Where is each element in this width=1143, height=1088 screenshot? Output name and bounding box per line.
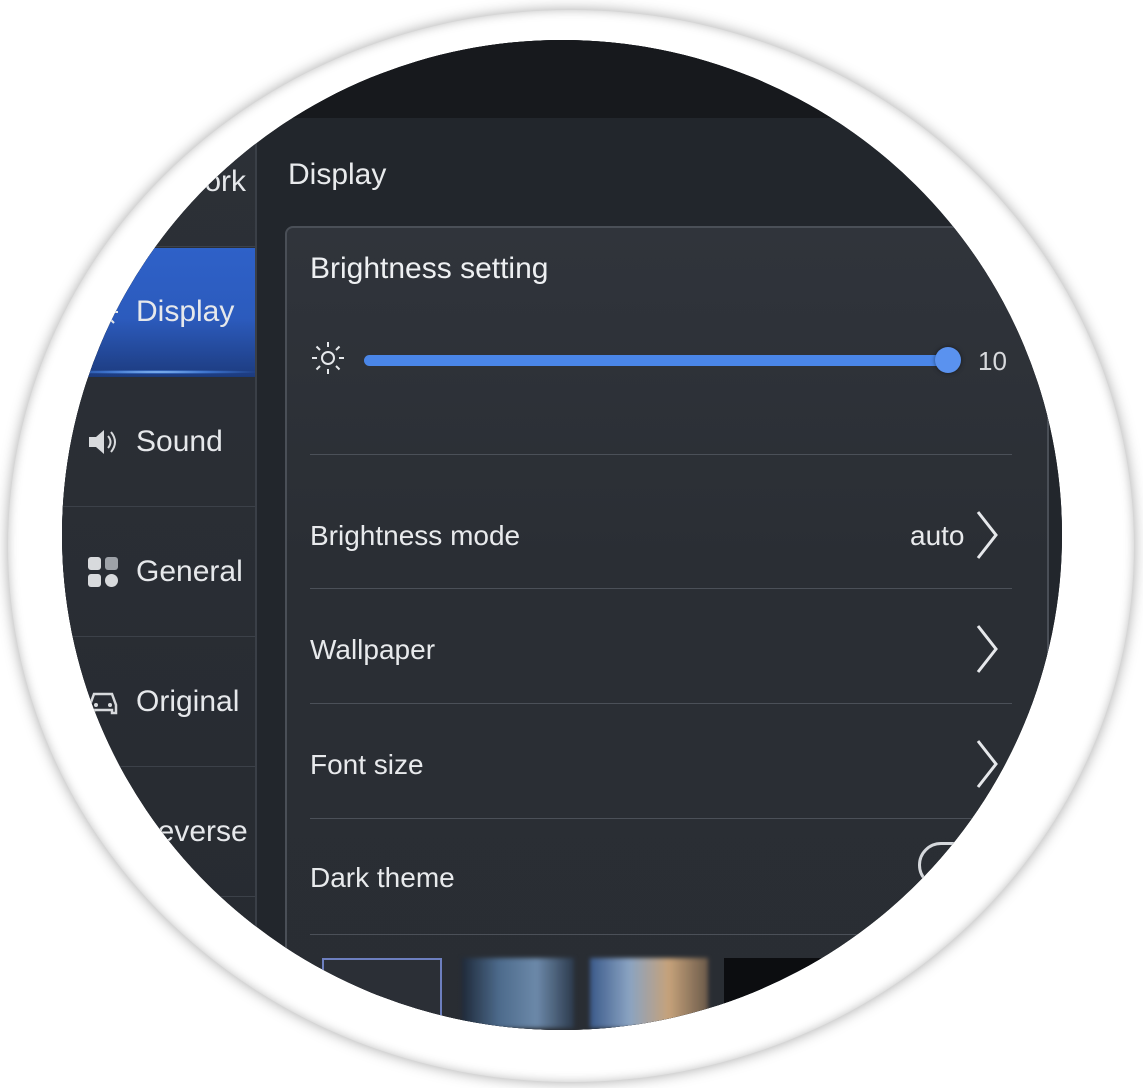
settings-screen: Network Display Sound General Original R… bbox=[62, 40, 1062, 1030]
magnifier-lens: Network Display Sound General Original R… bbox=[62, 40, 1062, 1030]
wallpaper-thumbnail[interactable] bbox=[462, 958, 574, 1028]
page-title: Display bbox=[288, 158, 387, 191]
sidebar-item-network[interactable]: Network bbox=[62, 118, 255, 247]
wallpaper-thumbnail[interactable] bbox=[724, 958, 844, 1028]
sidebar-item-reverse[interactable]: Reverse bbox=[62, 768, 255, 897]
divider bbox=[310, 454, 1012, 455]
brightness-mode-value[interactable]: auto bbox=[910, 520, 965, 552]
sidebar-item-display[interactable]: Display bbox=[62, 248, 255, 377]
divider bbox=[310, 588, 1012, 589]
top-bar bbox=[62, 40, 1062, 118]
sidebar-item-general[interactable]: General bbox=[62, 508, 255, 637]
brightness-icon bbox=[86, 295, 120, 329]
sidebar-item-label: Reverse bbox=[136, 815, 248, 848]
sidebar-item-label: Sound bbox=[136, 425, 223, 458]
speaker-icon bbox=[86, 425, 120, 459]
reverse-icon bbox=[86, 815, 120, 849]
font-size-label[interactable]: Font size bbox=[310, 749, 424, 781]
wallpaper-thumbnail[interactable] bbox=[590, 958, 708, 1028]
divider bbox=[310, 818, 1012, 819]
brightness-value: 10 bbox=[978, 346, 1007, 376]
sun-icon bbox=[310, 340, 346, 376]
brightness-slider-fill bbox=[364, 355, 948, 366]
sidebar-item-label: Original bbox=[136, 685, 240, 718]
divider bbox=[310, 934, 1012, 935]
chevron-right-icon[interactable] bbox=[972, 508, 1002, 562]
sidebar-item-label: Display bbox=[136, 295, 235, 328]
wallpaper-thumbnail[interactable] bbox=[322, 958, 442, 1028]
network-icon bbox=[86, 165, 120, 199]
sidebar: Network Display Sound General Original R… bbox=[62, 118, 257, 1030]
grid-icon bbox=[86, 555, 120, 589]
wallpaper-label[interactable]: Wallpaper bbox=[310, 634, 435, 666]
settings-card bbox=[285, 226, 1049, 1030]
divider bbox=[310, 703, 1012, 704]
car-icon bbox=[86, 685, 120, 719]
chevron-right-icon[interactable] bbox=[972, 737, 1002, 791]
sidebar-item-label: General bbox=[136, 555, 243, 588]
brightness-slider-thumb[interactable] bbox=[935, 347, 961, 373]
sidebar-item-label: Network bbox=[136, 165, 247, 198]
brightness-slider[interactable] bbox=[364, 347, 961, 373]
brightness-mode-label[interactable]: Brightness mode bbox=[310, 520, 520, 552]
chevron-right-icon[interactable] bbox=[972, 622, 1002, 676]
sidebar-item-original[interactable]: Original bbox=[62, 638, 255, 767]
sidebar-item-sound[interactable]: Sound bbox=[62, 378, 255, 507]
dark-theme-toggle[interactable] bbox=[918, 842, 1008, 888]
dark-theme-label[interactable]: Dark theme bbox=[310, 862, 455, 894]
brightness-section-title: Brightness setting bbox=[310, 252, 549, 285]
